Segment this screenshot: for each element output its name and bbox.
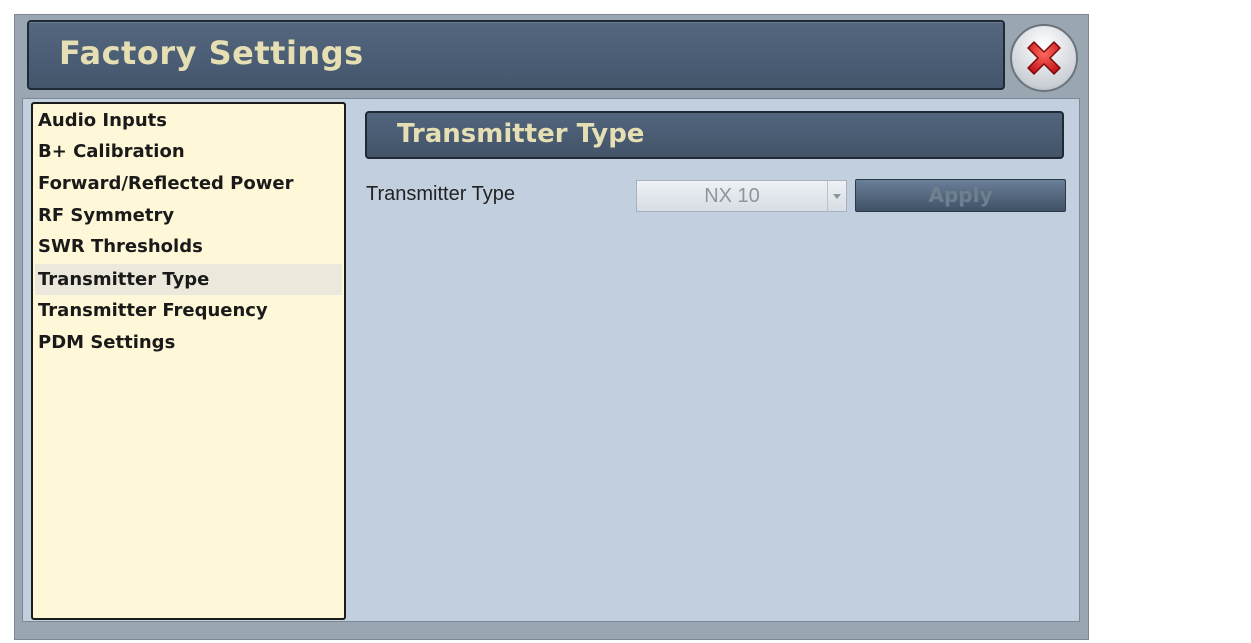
transmitter-type-select-value: NX 10 xyxy=(704,185,760,207)
sidebar-item-forward-reflected-power[interactable]: Forward/Reflected Power xyxy=(35,168,342,199)
sidebar-item-rf-symmetry[interactable]: RF Symmetry xyxy=(35,200,342,231)
title-bar: Factory Settings xyxy=(27,20,1005,90)
transmitter-type-select[interactable]: NX 10 xyxy=(636,180,847,212)
sidebar-item-transmitter-type[interactable]: Transmitter Type xyxy=(35,264,342,295)
close-icon xyxy=(1027,41,1061,75)
sidebar-item-transmitter-frequency[interactable]: Transmitter Frequency xyxy=(35,295,342,326)
sidebar-item-pdm-settings[interactable]: PDM Settings xyxy=(35,327,342,358)
close-button[interactable] xyxy=(1010,24,1078,92)
apply-button[interactable]: Apply xyxy=(855,179,1066,212)
chevron-down-icon xyxy=(833,194,841,199)
transmitter-type-label: Transmitter Type xyxy=(366,183,515,205)
sidebar-item-swr-thresholds[interactable]: SWR Thresholds xyxy=(35,231,342,262)
page-title: Factory Settings xyxy=(59,34,364,72)
section-header: Transmitter Type xyxy=(365,111,1064,159)
caption-strip xyxy=(0,0,1251,9)
sidebar-item-audio-inputs[interactable]: Audio Inputs xyxy=(35,105,342,136)
sidebar-menu: Audio Inputs B+ Calibration Forward/Refl… xyxy=(31,102,346,620)
dropdown-arrow[interactable] xyxy=(827,181,846,211)
sidebar-item-b-plus-calibration[interactable]: B+ Calibration xyxy=(35,136,342,167)
section-title: Transmitter Type xyxy=(397,119,645,149)
